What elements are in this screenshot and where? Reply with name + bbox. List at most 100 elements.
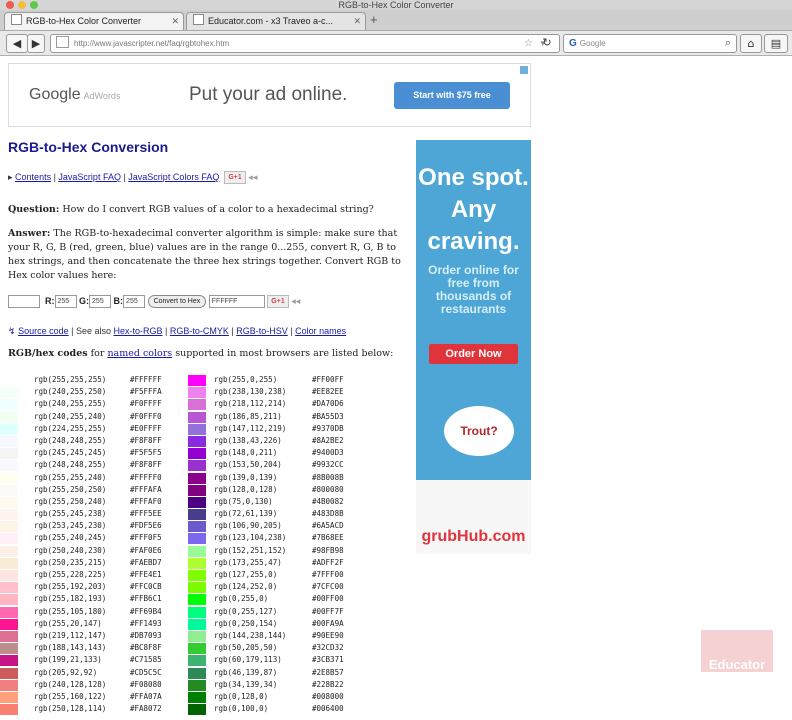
hex-value: #F0FFFF	[130, 399, 162, 409]
color-code-row: rgb(245,245,245) #F5F5F5	[0, 447, 208, 460]
blue-input[interactable]: 255	[123, 295, 146, 308]
rgb-value: rgb(147,112,219)	[214, 423, 287, 433]
new-tab-button[interactable]: +	[370, 12, 378, 27]
hex-value: #FAEBD7	[130, 557, 162, 567]
color-swatch	[0, 448, 18, 460]
hex-value: #F08080	[130, 679, 162, 689]
hex-value: #7B68EE	[312, 533, 344, 543]
javascript-faq-link[interactable]: JavaScript FAQ	[58, 172, 121, 182]
ad-headline: One spot. Any craving.	[418, 164, 529, 255]
google-logo: Google AdWords	[29, 86, 121, 103]
color-swatch	[0, 399, 18, 411]
share-widget-icon[interactable]: G+1	[267, 295, 289, 308]
color-code-row: rgb(240,255,240) #F0FFF0	[0, 411, 208, 423]
rgb-value: rgb(255,105,180)	[34, 606, 107, 616]
url-bar[interactable]: http://www.javascripter.net/faq/rgbtohex…	[50, 34, 560, 53]
tab-rgb-to-hex[interactable]: RGB-to-Hex Color Converter ✕	[4, 12, 184, 30]
color-swatch	[0, 667, 18, 679]
contents-link[interactable]: Contents	[15, 172, 51, 182]
hex-value: #FFFFFF	[130, 375, 162, 384]
hex-value: #8A2BE2	[312, 435, 344, 445]
hex-value: #3CB371	[312, 655, 344, 665]
search-icon[interactable]: ⌕	[725, 35, 731, 52]
hex-value: #FFB6C1	[130, 594, 162, 604]
convert-to-hex-button[interactable]: Convert to Hex	[147, 295, 207, 308]
navigation-bar: ◀ ▶ http://www.javascripter.net/faq/rgbt…	[0, 31, 792, 56]
close-tab-icon[interactable]: ✕	[353, 13, 361, 30]
rgb-value: rgb(255,0,255)	[214, 375, 278, 384]
hex-value: #EE82EE	[312, 387, 344, 397]
hex-value: #483D8B	[312, 509, 344, 519]
color-code-row: rgb(219,112,147) #DB7093	[0, 630, 208, 642]
home-button[interactable]: ⌂	[740, 34, 762, 53]
color-code-row: rgb(238,130,238) #EE82EE	[186, 386, 406, 399]
prev-arrow-icon[interactable]: ◂◂	[291, 296, 300, 306]
hex-value: #FDF5E6	[130, 521, 162, 531]
forward-button[interactable]: ▶	[27, 34, 45, 53]
red-input[interactable]: 255	[54, 295, 77, 308]
order-now-button[interactable]: Order Now	[429, 344, 518, 364]
rgb-value: rgb(255,255,255)	[34, 375, 107, 384]
hex-value: #F0FFF0	[130, 411, 162, 421]
hex-to-rgb-link[interactable]: Hex-to-RGB	[114, 326, 163, 336]
prev-arrow-icon[interactable]: ◂◂	[248, 172, 257, 182]
hex-value: #7CFC00	[312, 582, 344, 592]
url-text: http://www.javascripter.net/faq/rgbtohex…	[74, 39, 230, 48]
share-widget-icon[interactable]: G+1	[224, 171, 246, 184]
rgb-value: rgb(144,238,144)	[214, 630, 287, 640]
hex-value: #FFFAFA	[130, 484, 162, 494]
hex-value: #FFE4E1	[130, 570, 162, 579]
adchoices-icon[interactable]	[520, 66, 528, 74]
color-code-row: rgb(255,192,203) #FFC0CB	[0, 581, 208, 594]
rgb-value: rgb(248,248,255)	[34, 435, 107, 445]
hex-value: #00FF7F	[312, 606, 344, 616]
color-codes-column-left: rgb(255,255,255) #FFFFFF rgb(240,255,250) #…	[0, 374, 208, 716]
color-swatch	[188, 472, 206, 484]
google-search-engine-icon[interactable]: G	[569, 35, 577, 52]
hex-value: #7FFF00	[312, 570, 344, 579]
hex-value: #FFC0CB	[130, 582, 162, 592]
javascript-colors-faq-link[interactable]: JavaScript Colors FAQ	[128, 172, 219, 182]
color-code-row: rgb(255,160,122) #FFA07A	[0, 691, 208, 703]
hex-value: #006400	[312, 704, 344, 714]
hex-value: #DA70D6	[312, 399, 344, 409]
rgb-value: rgb(75,0,130)	[214, 496, 273, 506]
rgb-value: rgb(248,248,255)	[34, 460, 107, 470]
color-code-row: rgb(0,255,127) #00FF7F	[186, 606, 406, 618]
rgb-value: rgb(0,100,0)	[214, 704, 269, 714]
close-tab-icon[interactable]: ✕	[171, 13, 179, 30]
rgb-to-cmyk-link[interactable]: RGB-to-CMYK	[170, 326, 229, 336]
answer-paragraph: Answer: The RGB-to-hexadecimal converter…	[8, 228, 401, 281]
green-input[interactable]: 255	[89, 295, 112, 308]
color-code-row: rgb(72,61,139) #483D8B	[186, 508, 406, 521]
color-swatch	[0, 643, 18, 655]
color-code-row: rgb(0,100,0) #006400	[186, 703, 406, 716]
color-code-row: rgb(250,240,230) #FAF0E6	[0, 545, 208, 557]
hex-value: #6A5ACD	[312, 521, 344, 531]
hex-value: #BC8F8F	[130, 643, 162, 653]
google-adwords-banner[interactable]: Google AdWords Put your ad online. Start …	[8, 63, 531, 127]
rgb-value: rgb(253,245,230)	[34, 521, 107, 531]
hex-value: #DB7093	[130, 630, 162, 640]
hex-value: #CD5C5C	[130, 667, 162, 677]
color-code-row: rgb(255,105,180) #FF69B4	[0, 606, 208, 618]
grubhub-ad[interactable]: One spot. Any craving. Order online for …	[416, 140, 531, 554]
rgb-value: rgb(240,255,255)	[34, 399, 107, 409]
source-code-link[interactable]: Source code	[18, 326, 69, 336]
search-input[interactable]: G Google ⌕	[563, 34, 737, 53]
bookmark-star-icon[interactable]: ☆	[524, 35, 533, 52]
rgb-value: rgb(186,85,211)	[214, 411, 282, 421]
window-title: RGB-to-Hex Color Converter	[338, 0, 454, 10]
tab-educator[interactable]: Educator.com - x3 Traveo a-c... ✕	[186, 12, 366, 30]
rgb-to-hsv-link[interactable]: RGB-to-HSV	[236, 326, 288, 336]
color-names-link[interactable]: Color names	[295, 326, 346, 336]
hex-result-field[interactable]: FFFFFF	[208, 295, 265, 308]
named-colors-link[interactable]: named colors	[107, 348, 172, 359]
rgb-value: rgb(138,43,226)	[214, 435, 282, 445]
menu-icon[interactable]: ▤	[764, 34, 788, 53]
ad-cta-button[interactable]: Start with $75 free	[394, 82, 510, 109]
site-identity-icon[interactable]	[56, 36, 69, 48]
reload-icon[interactable]: ↻	[540, 34, 554, 51]
back-button[interactable]: ◀	[6, 34, 28, 53]
color-code-row: rgb(152,251,152) #98FB98	[186, 545, 406, 557]
